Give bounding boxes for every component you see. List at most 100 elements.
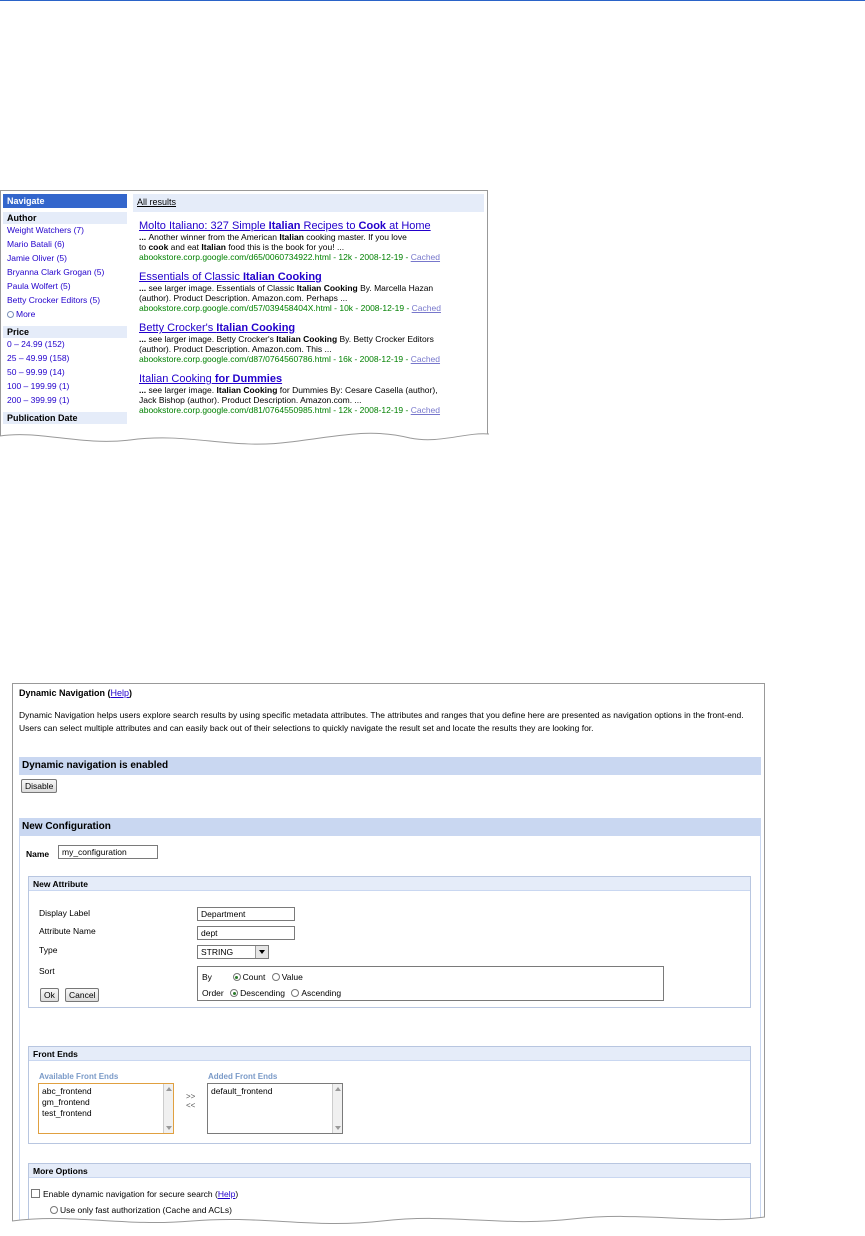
type-selected-value: STRING xyxy=(201,947,234,957)
radio-count[interactable] xyxy=(232,973,241,981)
scrollbar[interactable] xyxy=(163,1084,173,1133)
result-url-text: abookstore.corp.google.com/d57/039458404… xyxy=(139,303,412,313)
sort-label: Sort xyxy=(39,966,55,976)
list-item[interactable]: test_frontend xyxy=(42,1108,170,1119)
disable-button[interactable]: Disable xyxy=(21,779,58,793)
radio-value-label: Value xyxy=(281,972,303,982)
cached-link[interactable]: Cached xyxy=(411,354,440,364)
result-snippet: (author). Product Description. Amazon.co… xyxy=(139,293,479,303)
snippet-part: cooking master. If you love xyxy=(303,232,407,242)
radio-descending-label: Descending xyxy=(240,988,285,998)
new-attribute-header: New Attribute xyxy=(29,877,750,891)
facet-item[interactable]: 200 – 399.99 (1) xyxy=(3,394,127,408)
facet-item[interactable]: 100 – 199.99 (1) xyxy=(3,380,127,394)
results-header: All results xyxy=(133,194,484,212)
results-panel: All results Molto Italiano: 327 Simple I… xyxy=(133,194,484,416)
snippet-part: see larger image. Betty Crocker's xyxy=(148,334,277,344)
snippet-part: (author). Product Description. Amazon.co… xyxy=(139,293,348,303)
remove-arrow-button[interactable]: << xyxy=(186,1101,195,1110)
cancel-button[interactable]: Cancel xyxy=(65,988,100,1002)
result-title-part: Italian Cooking xyxy=(242,271,322,283)
snippet-part: see larger image. xyxy=(148,385,217,395)
facet-item[interactable]: 0 – 24.99 (152) xyxy=(3,338,127,352)
radio-ascending[interactable] xyxy=(291,989,300,997)
type-select[interactable]: STRING xyxy=(197,945,269,959)
facet-item[interactable]: Paula Wolfert (5) xyxy=(3,280,127,294)
list-item[interactable]: abc_frontend xyxy=(42,1086,170,1097)
search-result: Betty Crocker's Italian Cooking... see l… xyxy=(139,322,479,365)
result-title-part: Recipes to xyxy=(300,220,359,232)
facet-item[interactable]: Jamie Oliver (5) xyxy=(3,252,127,266)
result-title-part: Italian Cooking xyxy=(139,373,212,385)
snippet-part: Italian Cooking xyxy=(296,283,358,293)
sort-box: By Count Value Order Descending Ascendin… xyxy=(197,966,664,1001)
attribute-name-label: Attribute Name xyxy=(39,926,96,936)
result-title-part: Molto Italiano: 327 Simple xyxy=(139,220,269,232)
result-url-text: abookstore.corp.google.com/d87/076456078… xyxy=(139,354,411,364)
torn-edge xyxy=(0,432,489,458)
ok-button[interactable]: Ok xyxy=(40,988,59,1002)
facet-header-price: Price xyxy=(3,326,127,338)
top-divider xyxy=(0,0,865,1)
facet-item[interactable]: Betty Crocker Editors (5) xyxy=(3,294,127,308)
result-url: abookstore.corp.google.com/d81/076455098… xyxy=(139,405,479,416)
page-title: Dynamic Navigation (Help) xyxy=(19,688,133,698)
torn-edge xyxy=(12,1215,765,1231)
snippet-part: Italian Cooking xyxy=(276,334,338,344)
snippet-part: By. Betty Crocker Editors xyxy=(337,334,434,344)
available-front-ends-list[interactable]: abc_frontend gm_frontend test_frontend xyxy=(38,1083,174,1134)
new-configuration-header: New Configuration xyxy=(19,818,761,836)
result-title-link[interactable]: Italian Cooking for Dummies xyxy=(139,373,479,385)
cached-link[interactable]: Cached xyxy=(411,405,440,415)
radio-value[interactable] xyxy=(271,973,280,981)
facet-item[interactable]: Weight Watchers (7) xyxy=(3,224,127,238)
type-label: Type xyxy=(39,945,58,955)
add-arrow-button[interactable]: >> xyxy=(186,1092,195,1101)
result-snippet: to cook and eat Italian food this is the… xyxy=(139,242,479,252)
cached-link[interactable]: Cached xyxy=(412,303,441,313)
added-front-ends-label: Added Front Ends xyxy=(208,1072,278,1081)
radio-descending[interactable] xyxy=(230,989,239,997)
snippet-part: Italian Cooking xyxy=(216,385,278,395)
search-result: Essentials of Classic Italian Cooking...… xyxy=(139,271,479,314)
all-results-link[interactable]: All results xyxy=(137,197,176,207)
result-title-link[interactable]: Essentials of Classic Italian Cooking xyxy=(139,271,479,283)
search-result: Italian Cooking for Dummies... see large… xyxy=(139,373,479,416)
facet-item[interactable]: Mario Batali (6) xyxy=(3,238,127,252)
facet-more-link[interactable]: More xyxy=(3,308,127,322)
sort-by-label: By xyxy=(202,972,212,982)
dropdown-arrow-icon[interactable] xyxy=(255,946,268,958)
facet-item[interactable]: Bryanna Clark Grogan (5) xyxy=(3,266,127,280)
list-item[interactable]: default_frontend xyxy=(211,1086,339,1097)
result-snippet: ... Another winner from the American Ita… xyxy=(139,232,479,242)
added-front-ends-list[interactable]: default_frontend xyxy=(207,1083,343,1134)
result-url: abookstore.corp.google.com/d65/006073492… xyxy=(139,252,479,263)
page-title-text: Dynamic Navigation xyxy=(19,688,106,698)
radio-count-label: Count xyxy=(242,972,266,982)
result-title-part: Cook xyxy=(358,220,387,232)
snippet-part: Jack Bishop (author). Product Descriptio… xyxy=(139,395,362,405)
snippet-part: Italian xyxy=(201,242,226,252)
attribute-name-input[interactable]: dept xyxy=(197,926,295,940)
result-title-link[interactable]: Betty Crocker's Italian Cooking xyxy=(139,322,479,334)
result-title-part: Italian xyxy=(268,220,301,232)
facet-item[interactable]: 50 – 99.99 (14) xyxy=(3,366,127,380)
scrollbar[interactable] xyxy=(332,1084,342,1133)
result-title-part: at Home xyxy=(386,220,431,232)
facet-item[interactable]: 25 – 49.99 (158) xyxy=(3,352,127,366)
result-title-link[interactable]: Molto Italiano: 327 Simple Italian Recip… xyxy=(139,220,479,232)
search-result: Molto Italiano: 327 Simple Italian Recip… xyxy=(139,220,479,263)
snippet-part: (author). Product Description. Amazon.co… xyxy=(139,344,332,354)
result-url: abookstore.corp.google.com/d87/076456078… xyxy=(139,354,479,365)
expand-icon xyxy=(7,311,14,318)
snippet-part: cook xyxy=(148,242,169,252)
page-description: Dynamic Navigation helps users explore s… xyxy=(19,710,744,733)
search-results-screenshot: Navigate Author Weight Watchers (7) Mari… xyxy=(0,190,489,458)
available-front-ends-label: Available Front Ends xyxy=(39,1072,119,1081)
help-link[interactable]: Help xyxy=(111,688,130,698)
cached-link[interactable]: Cached xyxy=(411,252,440,262)
name-input[interactable]: my_configuration xyxy=(58,845,158,859)
list-item[interactable]: gm_frontend xyxy=(42,1097,170,1108)
display-label-input[interactable]: Department xyxy=(197,907,295,921)
navigate-title: Navigate xyxy=(3,194,127,208)
